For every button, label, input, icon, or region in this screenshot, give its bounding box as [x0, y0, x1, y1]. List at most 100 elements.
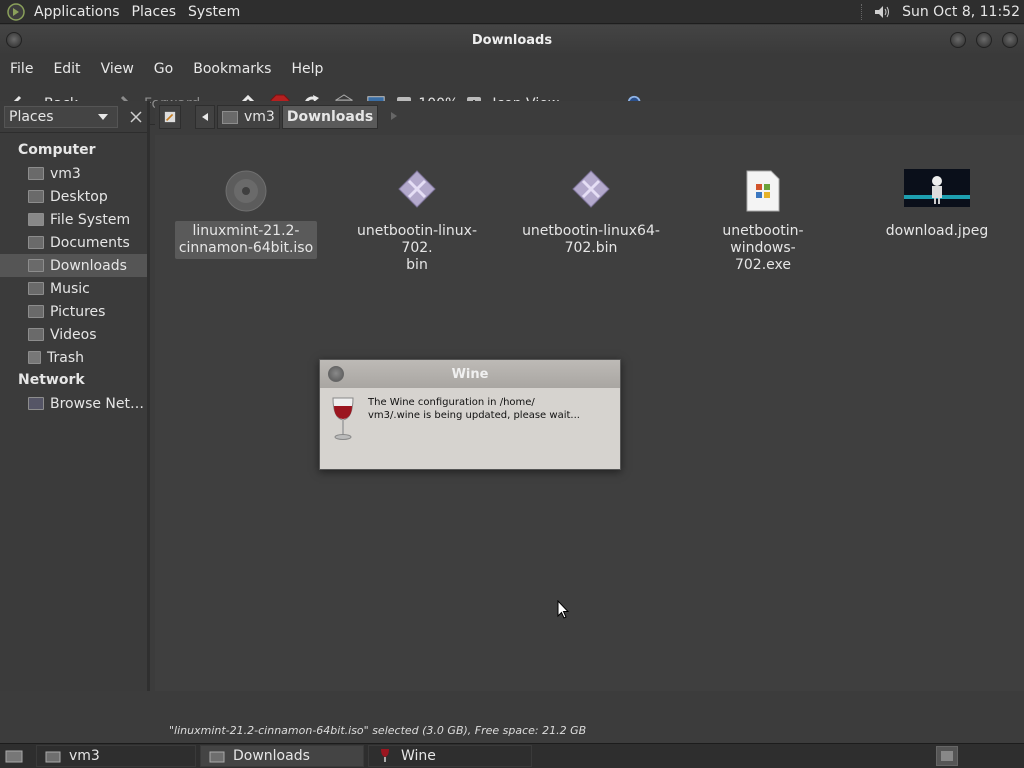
volume-icon[interactable] — [872, 2, 892, 22]
file-name: unetbootin-linux-702. bin — [342, 221, 492, 276]
wine-glass-icon — [375, 746, 395, 766]
dialog-menu-button[interactable] — [328, 366, 344, 382]
clock[interactable]: Sun Oct 8, 11:52 — [902, 4, 1020, 20]
file-name-line: unetbootin-windows- — [722, 223, 804, 256]
workspace-switcher[interactable] — [936, 746, 958, 766]
dialog-message: The Wine configuration in /home/ vm3/.wi… — [368, 396, 588, 446]
sidebar-item-music[interactable]: Music — [0, 277, 147, 300]
sidebar-item-label: Videos — [50, 326, 97, 343]
sidebar-item-file-system[interactable]: File System — [0, 208, 147, 231]
sidebar-item-label: Music — [50, 280, 90, 297]
crumb-vm3[interactable]: vm3 — [217, 105, 280, 129]
file-name: linuxmint-21.2- cinnamon-64bit.iso — [174, 221, 318, 259]
menu-view[interactable]: View — [95, 61, 140, 77]
folder-icon — [28, 190, 44, 203]
sidebar-item-videos[interactable]: Videos — [0, 323, 147, 346]
path-scroll-right-button[interactable] — [390, 110, 398, 125]
menu-go[interactable]: Go — [148, 61, 179, 77]
edit-location-icon — [164, 111, 176, 123]
sidebar-item-trash[interactable]: Trash — [0, 346, 147, 369]
section-computer: Computer — [18, 142, 96, 158]
file-name: unetbootin-linux64- 702.bin — [518, 221, 664, 259]
status-bar: "linuxmint-21.2-cinnamon-64bit.iso" sele… — [155, 718, 1024, 742]
system-menu[interactable]: System — [182, 0, 246, 24]
top-panel: Applications Places System Sun Oct 8, 11… — [0, 0, 1024, 24]
places-menu[interactable]: Places — [126, 0, 183, 24]
sidebar-item-label: Trash — [47, 349, 84, 366]
applications-menu-label: Applications — [34, 3, 120, 20]
sidebar-item-documents[interactable]: Documents — [0, 231, 147, 254]
crumb-downloads[interactable]: Downloads — [281, 105, 379, 129]
task-downloads[interactable]: Downloads — [200, 745, 364, 767]
sidebar-item-label: Desktop — [50, 188, 108, 205]
binary-file-icon — [342, 169, 492, 221]
path-scroll-left-button[interactable] — [195, 105, 215, 129]
task-label: vm3 — [69, 748, 100, 764]
file-name-line: cinnamon-64bit.iso — [178, 240, 314, 256]
menu-file[interactable]: File — [4, 61, 39, 77]
taskbar: vm3 Downloads Wine — [0, 743, 1024, 768]
task-label: Wine — [401, 748, 436, 764]
sidebar-item-browse-network[interactable]: Browse Net… — [0, 392, 147, 415]
show-desktop-icon[interactable] — [4, 746, 24, 766]
chevron-left-icon — [202, 113, 208, 121]
menu-edit[interactable]: Edit — [47, 61, 86, 77]
file-item-unetbootin-windows[interactable]: unetbootin-windows- 702.exe — [688, 169, 838, 276]
file-name: unetbootin-windows- 702.exe — [688, 221, 838, 276]
window-title: Downloads — [471, 32, 553, 48]
trash-icon — [28, 351, 41, 364]
home-folder-icon — [28, 167, 44, 180]
menu-help[interactable]: Help — [285, 61, 329, 77]
file-item-unetbootin-linux[interactable]: unetbootin-linux-702. bin — [342, 169, 492, 276]
window-menu-button[interactable] — [6, 32, 22, 48]
folder-icon — [207, 746, 227, 766]
disc-image-icon — [171, 169, 321, 221]
drive-icon — [28, 213, 44, 226]
folder-icon — [28, 236, 44, 249]
sidebar-item-desktop[interactable]: Desktop — [0, 185, 147, 208]
file-item-linuxmint-iso[interactable]: linuxmint-21.2- cinnamon-64bit.iso — [171, 169, 321, 259]
close-sidebar-icon[interactable] — [126, 107, 146, 127]
file-name-line: download.jpeg — [885, 223, 989, 239]
binary-file-icon — [516, 169, 666, 221]
folder-icon — [28, 328, 44, 341]
system-menu-label: System — [188, 3, 241, 20]
chevron-right-icon — [391, 111, 398, 120]
image-thumbnail-icon — [862, 169, 1012, 221]
file-item-unetbootin-linux64[interactable]: unetbootin-linux64- 702.bin — [516, 169, 666, 259]
dialog-body: The Wine configuration in /home/ vm3/.wi… — [320, 388, 620, 454]
close-button[interactable] — [1002, 32, 1018, 48]
task-vm3[interactable]: vm3 — [36, 745, 196, 767]
sidebar-item-vm3[interactable]: vm3 — [0, 162, 147, 185]
sidebar-header: Places — [0, 101, 147, 133]
applications-menu[interactable]: Applications — [0, 0, 126, 24]
file-name-line: unetbootin-linux64- — [522, 223, 660, 239]
dialog-titlebar[interactable]: Wine — [320, 360, 620, 388]
menubar: File Edit View Go Bookmarks Help — [0, 55, 1024, 83]
folder-icon — [28, 305, 44, 318]
sidebar-pane-selector[interactable]: Places — [4, 105, 118, 128]
sidebar-item-label: Browse Net… — [50, 395, 145, 412]
dialog-message-line: The Wine configuration in /home/ — [368, 397, 535, 408]
exe-file-icon — [688, 169, 838, 221]
location-toggle-button[interactable] — [159, 105, 181, 129]
sidebar-item-pictures[interactable]: Pictures — [0, 300, 147, 323]
maximize-button[interactable] — [976, 32, 992, 48]
crumb-label: Downloads — [286, 109, 374, 125]
home-folder-icon — [222, 110, 238, 124]
sidebar-item-label: Downloads — [50, 257, 127, 274]
section-network: Network — [18, 372, 85, 388]
crumb-label: vm3 — [244, 109, 275, 125]
folder-icon — [28, 259, 44, 272]
window-titlebar[interactable]: Downloads — [0, 25, 1024, 55]
task-wine[interactable]: Wine — [368, 745, 532, 767]
sidebar-item-downloads[interactable]: Downloads — [0, 254, 147, 277]
sidebar-item-label: Documents — [50, 234, 130, 251]
minimize-button[interactable] — [950, 32, 966, 48]
sidebar: Places Computer vm3 Desktop File System … — [0, 101, 150, 691]
sidebar-pane-label: Places — [9, 108, 54, 125]
menu-bookmarks[interactable]: Bookmarks — [187, 61, 277, 77]
file-item-download-jpeg[interactable]: download.jpeg — [862, 169, 1012, 242]
panel-separator — [861, 4, 864, 20]
sidebar-item-label: Pictures — [50, 303, 106, 320]
